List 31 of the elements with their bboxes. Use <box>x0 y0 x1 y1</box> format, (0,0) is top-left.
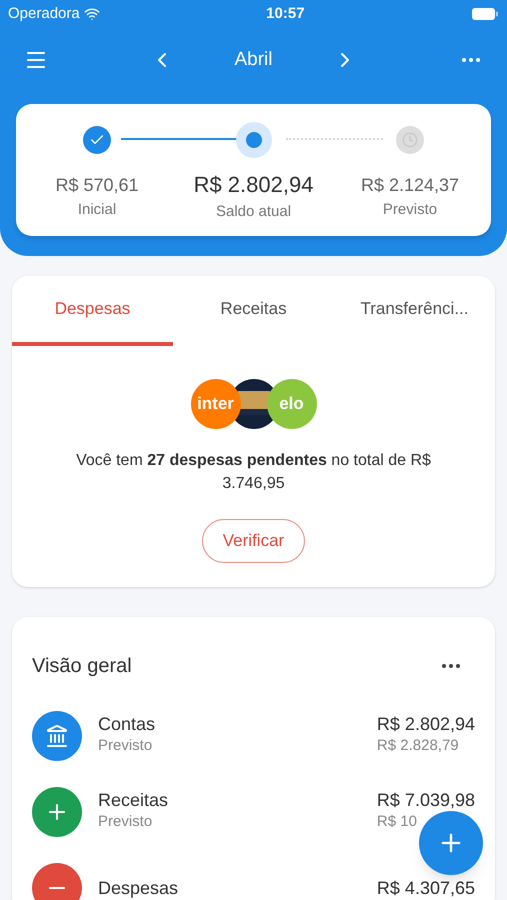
carrier-name: Operadora <box>8 4 80 24</box>
balance-label: Inicial <box>78 200 116 220</box>
verify-button[interactable]: Verificar <box>202 518 306 562</box>
overview-title: Visão geral <box>32 654 132 678</box>
overview-row-name: Despesas <box>98 876 180 898</box>
overview-row-amount: R$ 7.039,98 <box>376 789 475 812</box>
overview-row-forecast: R$ 2.828,79 <box>376 736 459 756</box>
check-step-icon <box>83 126 111 154</box>
overview-row-amount: R$ 4.307,65 <box>376 876 475 898</box>
balance-label: Saldo atual <box>216 202 292 222</box>
overview-row-name: Contas <box>98 713 156 736</box>
tab[interactable]: Transferênci... <box>334 276 495 346</box>
overview-row-name: Receitas <box>98 789 170 812</box>
clock-step-icon <box>396 126 424 154</box>
bank-logo: inter <box>190 378 240 428</box>
overview-row-amount: R$ 2.802,94 <box>376 713 475 736</box>
wifi-icon <box>84 6 100 22</box>
battery-icon <box>471 7 499 21</box>
overview-row-forecast: R$ 10 <box>376 812 417 832</box>
balance-amount: R$ 2.802,94 <box>194 171 314 199</box>
tab[interactable]: Receitas <box>173 276 334 346</box>
balance-amount: R$ 570,61 <box>55 174 139 197</box>
overview-row-subtitle: Previsto <box>98 736 154 756</box>
balance-amount: R$ 2.124,37 <box>360 174 460 197</box>
overview-row-subtitle: Previsto <box>98 812 154 832</box>
clock-time: 10:57 <box>266 4 305 24</box>
bank-logo: elo <box>266 378 316 428</box>
balance-label: Previsto <box>382 200 438 220</box>
tab[interactable]: Despesas <box>12 276 173 346</box>
month-title: Abril <box>234 48 272 72</box>
pending-expenses-message: Você tem 27 despesas pendentes no total de R$ 3.746,95 <box>75 450 432 494</box>
